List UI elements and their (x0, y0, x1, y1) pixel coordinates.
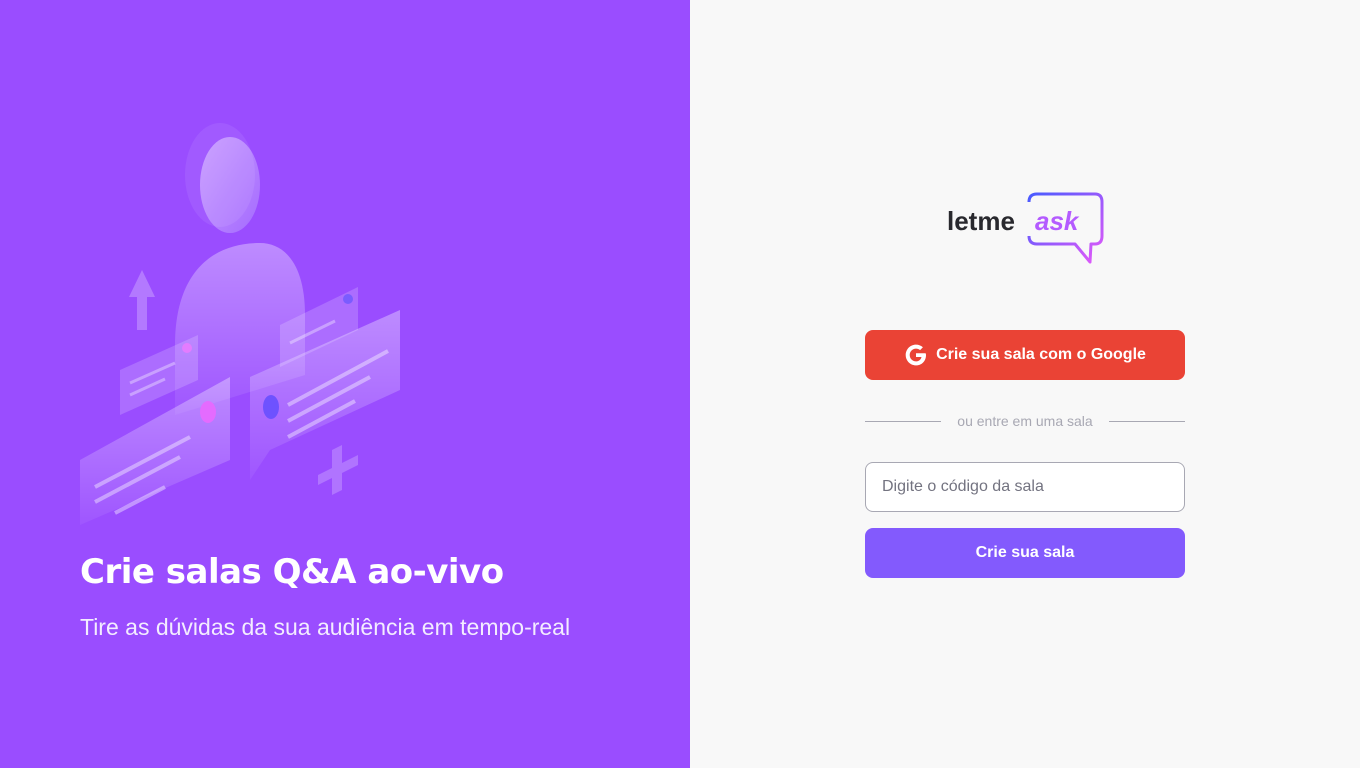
login-content: letme ask Crie sua sala com o Google ou … (865, 190, 1185, 578)
illustration-image (80, 123, 400, 525)
google-icon (904, 343, 928, 367)
letmeask-logo: letme ask (865, 190, 1185, 266)
logo-image: letme ask (947, 192, 1104, 264)
separator: ou entre em uma sala (865, 410, 1185, 432)
create-room-button[interactable]: Crie sua sala (865, 528, 1185, 578)
aside-subtitle: Tire as dúvidas da sua audiência em temp… (80, 614, 571, 640)
separator-text: ou entre em uma sala (957, 413, 1093, 429)
logo-text-primary: letme (947, 206, 1015, 236)
aside-panel: Crie salas Q&A ao-vivo Tire as dúvidas d… (0, 0, 690, 768)
join-room-form: Crie sua sala (865, 432, 1185, 578)
main-panel: letme ask Crie sua sala com o Google ou … (690, 0, 1360, 768)
logo-text-accent: ask (1035, 206, 1080, 236)
google-button-label: Crie sua sala com o Google (936, 346, 1146, 363)
separator-line-right (1108, 420, 1185, 422)
google-signin-button[interactable]: Crie sua sala com o Google (865, 330, 1185, 380)
aside-title: Crie salas Q&A ao-vivo (80, 552, 504, 592)
room-code-input[interactable] (865, 462, 1185, 512)
separator-line-left (865, 420, 942, 422)
